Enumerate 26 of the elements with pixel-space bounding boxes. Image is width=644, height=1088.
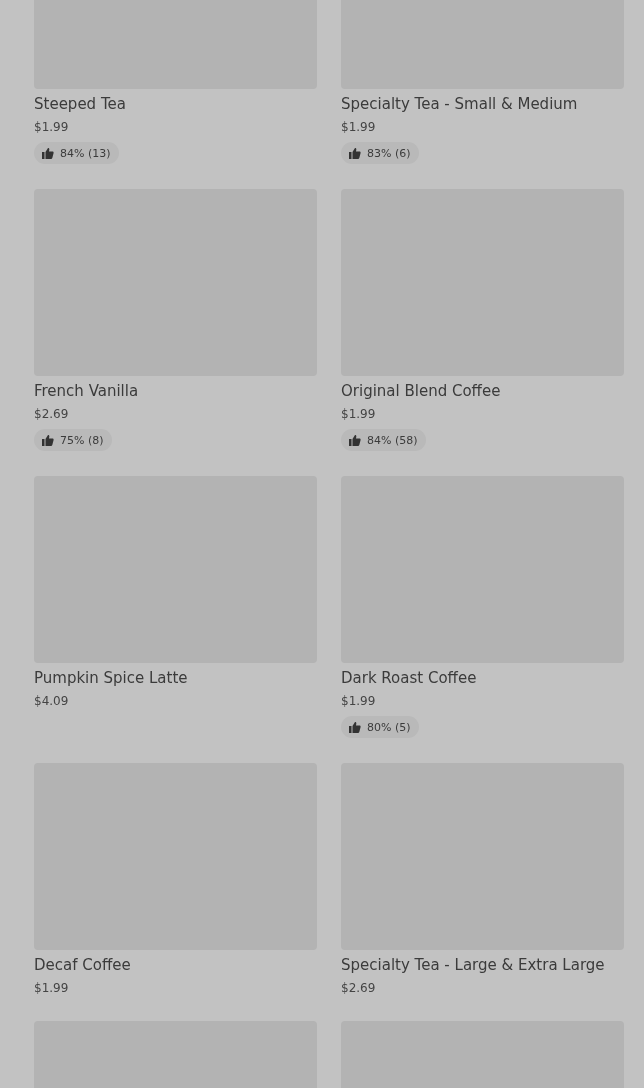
product-price: $2.69 <box>341 980 376 996</box>
product-name: French Vanilla <box>34 381 139 401</box>
product-price: $1.99 <box>34 980 69 996</box>
product-name: Specialty Tea - Large & Extra Large <box>341 955 605 975</box>
product-name: Original Blend Coffee <box>341 381 501 401</box>
product-price: $1.99 <box>34 119 69 135</box>
product-name: Decaf Coffee <box>34 955 131 975</box>
thumbs-up-icon <box>42 147 54 159</box>
rating-text: 80% (5) <box>367 720 411 734</box>
product-name: Specialty Tea - Small & Medium <box>341 94 578 114</box>
product-price: $1.99 <box>341 693 376 709</box>
rating-text: 84% (13) <box>60 146 111 160</box>
product-price: $2.69 <box>34 406 69 422</box>
rating-text: 84% (58) <box>367 433 418 447</box>
product-price: $1.99 <box>341 406 376 422</box>
thumbs-up-icon <box>349 147 361 159</box>
thumbs-up-icon <box>349 721 361 733</box>
product-name: Pumpkin Spice Latte <box>34 668 188 688</box>
product-name: Dark Roast Coffee <box>341 668 477 688</box>
rating-text: 83% (6) <box>367 146 411 160</box>
rating-text: 75% (8) <box>60 433 104 447</box>
thumbs-up-icon <box>349 434 361 446</box>
product-price: $1.99 <box>341 119 376 135</box>
product-price: $4.09 <box>34 693 69 709</box>
thumbs-up-icon <box>42 434 54 446</box>
product-name: Steeped Tea <box>34 94 126 114</box>
